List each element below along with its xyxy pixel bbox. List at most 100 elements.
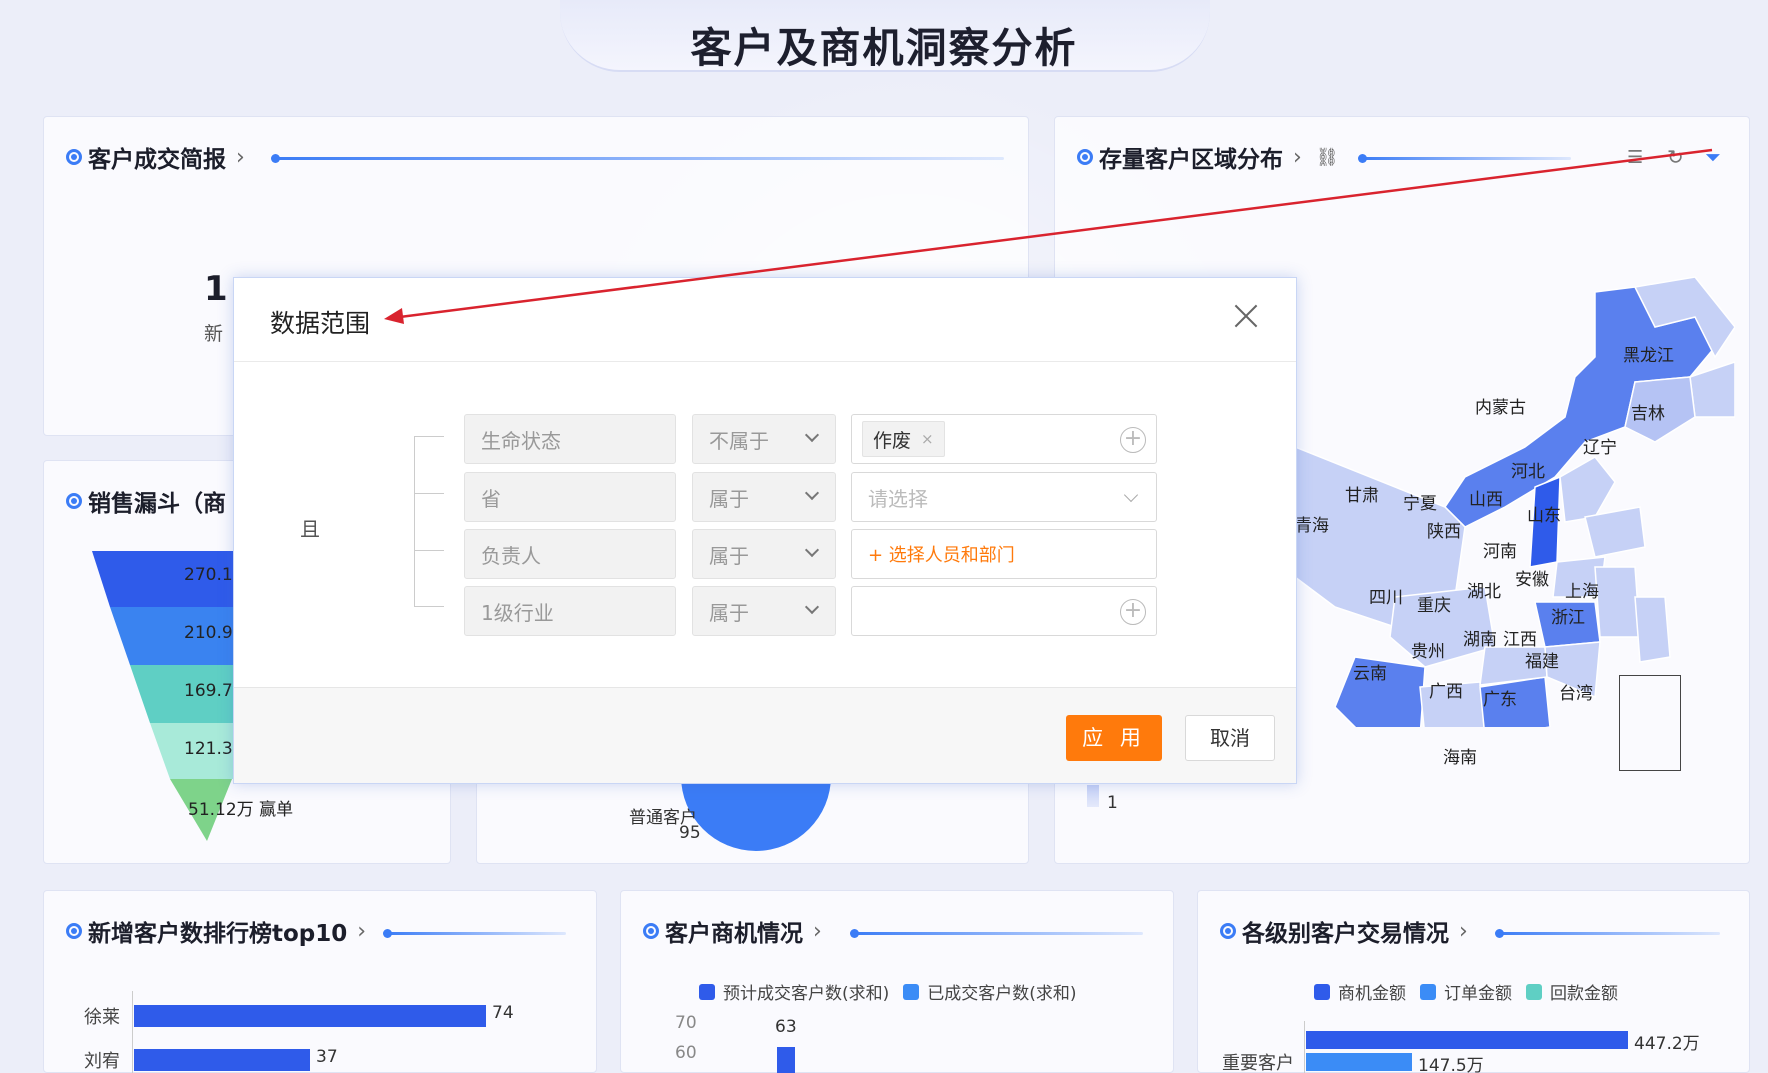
province-select[interactable]: 请选择 <box>851 472 1157 522</box>
legend-swatch <box>1314 983 1330 1000</box>
map-label: 贵州 <box>1411 642 1445 662</box>
legend-label: 商机金额 <box>1338 984 1406 1004</box>
map-label: 辽宁 <box>1583 438 1617 458</box>
map-label: 青海 <box>1295 516 1329 536</box>
add-circle-icon[interactable]: + <box>1120 427 1146 453</box>
condition-field[interactable]: 省 <box>464 472 676 522</box>
legend-label: 预计成交客户数(求和) <box>723 984 890 1004</box>
industry-input[interactable]: + <box>851 586 1157 636</box>
operator-label: 属于 <box>709 486 749 511</box>
level-trade-card: 各级别客户交易情况 › 商机金额 订单金额 回款金额 重要客户 447.2万 1… <box>1197 890 1750 1073</box>
card-title: 客户商机情况 <box>665 921 803 947</box>
operator-label: 属于 <box>709 543 749 568</box>
card-title: 销售漏斗（商 <box>88 491 226 517</box>
opportunity-bar[interactable] <box>777 1047 795 1073</box>
modal-footer: 应 用 取消 <box>234 687 1296 783</box>
logic-bracket <box>414 436 444 606</box>
chevron-down-icon <box>1123 487 1139 503</box>
cancel-button[interactable]: 取消 <box>1185 715 1275 761</box>
bracket-tick <box>414 493 444 494</box>
bracket-tick <box>414 606 444 607</box>
chevron-right-icon[interactable]: › <box>357 919 366 944</box>
logic-label[interactable]: 且 <box>300 513 320 542</box>
close-icon[interactable] <box>1232 302 1260 330</box>
trade-bar[interactable] <box>1306 1031 1628 1049</box>
chevron-right-icon[interactable]: › <box>236 145 245 170</box>
map-label: 云南 <box>1353 664 1387 684</box>
trade-bar[interactable] <box>1306 1053 1412 1071</box>
owner-picker[interactable]: + 选择人员和部门 <box>851 529 1157 579</box>
card-header: 客户成交简报 › <box>66 139 245 175</box>
map-label: 吉林 <box>1631 404 1665 424</box>
add-circle-icon[interactable]: + <box>1120 599 1146 625</box>
legend-scale <box>1087 785 1099 807</box>
map-label: 海南 <box>1443 748 1477 768</box>
bracket-tick <box>414 436 444 437</box>
bar-label: 63 <box>775 1017 797 1037</box>
card-title: 新增客户数排行榜top10 <box>88 921 348 947</box>
select-placeholder: 请选择 <box>868 486 928 511</box>
bracket-tick <box>414 550 444 551</box>
south-sea-inset <box>1619 675 1681 771</box>
map-label: 四川 <box>1369 588 1403 608</box>
map-label: 甘肃 <box>1345 486 1379 506</box>
data-range-modal: 数据范围 且 生命状态 不属于 作废 × + 省 属于 请选择 负责人 属于 + … <box>233 277 1297 784</box>
operator-label: 属于 <box>709 600 749 625</box>
chevron-right-icon[interactable]: › <box>1459 919 1468 944</box>
page-header: 客户及商机洞察分析 <box>0 0 1768 78</box>
map-label: 黑龙江 <box>1623 346 1674 366</box>
operator-select[interactable]: 不属于 <box>692 414 836 464</box>
map-label: 内蒙古 <box>1475 398 1526 418</box>
chevron-down-icon <box>804 599 820 615</box>
value-input[interactable]: 作废 × + <box>851 414 1157 464</box>
bar-value: 447.2万 <box>1634 1034 1700 1054</box>
chevron-down-icon <box>804 542 820 558</box>
target-icon <box>66 923 82 939</box>
map-label: 浙江 <box>1551 608 1585 628</box>
card-header: 客户商机情况 › <box>643 913 822 949</box>
tag-label: 作废 <box>873 429 912 452</box>
rank-bar[interactable] <box>134 1005 486 1027</box>
select-people-link[interactable]: + 选择人员和部门 <box>868 541 1015 567</box>
map-label: 台湾 <box>1559 684 1593 704</box>
legend-label: 回款金额 <box>1550 984 1618 1004</box>
legend-swatch <box>903 983 920 1000</box>
rank-value: 74 <box>492 1003 514 1023</box>
metric-label: 新 <box>204 323 224 345</box>
rank-name: 徐莱 <box>84 1007 120 1028</box>
apply-button[interactable]: 应 用 <box>1066 715 1162 761</box>
field-label: 负责人 <box>481 543 541 568</box>
map-label: 湖北 <box>1467 582 1501 602</box>
legend: 预计成交客户数(求和) 已成交客户数(求和) <box>699 979 1077 1004</box>
condition-field[interactable]: 负责人 <box>464 529 676 579</box>
operator-select[interactable]: 属于 <box>692 586 836 636</box>
chevron-right-icon[interactable]: › <box>813 919 822 944</box>
chevron-down-icon <box>804 485 820 501</box>
target-icon <box>66 493 82 509</box>
condition-field[interactable]: 生命状态 <box>464 414 676 464</box>
header-line <box>850 929 1143 938</box>
tag-close-icon[interactable]: × <box>921 430 934 448</box>
card-header: 新增客户数排行榜top10 › <box>66 913 366 949</box>
target-icon <box>1220 923 1236 939</box>
map-label: 广西 <box>1429 682 1463 702</box>
modal-title: 数据范围 <box>270 309 371 338</box>
operator-select[interactable]: 属于 <box>692 529 836 579</box>
legend-swatch <box>1526 983 1542 1000</box>
operator-select[interactable]: 属于 <box>692 472 836 522</box>
operator-label: 不属于 <box>709 428 769 453</box>
map-label: 陕西 <box>1427 522 1461 542</box>
map-label: 山东 <box>1527 506 1561 526</box>
map-label: 湖南 <box>1463 630 1497 650</box>
category-label: 重要客户 <box>1222 1053 1294 1073</box>
condition-field[interactable]: 1级行业 <box>464 586 676 636</box>
rank-name: 刘宥 <box>84 1051 120 1072</box>
map-label: 福建 <box>1525 652 1559 672</box>
rank-bar[interactable] <box>134 1049 310 1071</box>
funnel-label: 270.1 <box>184 565 233 585</box>
map-label: 河南 <box>1483 542 1517 562</box>
legend-label: 已成交客户数(求和) <box>927 984 1077 1004</box>
y-tick: 60 <box>675 1043 697 1063</box>
rank-value: 37 <box>316 1047 338 1067</box>
legend-swatch <box>1420 983 1436 1000</box>
